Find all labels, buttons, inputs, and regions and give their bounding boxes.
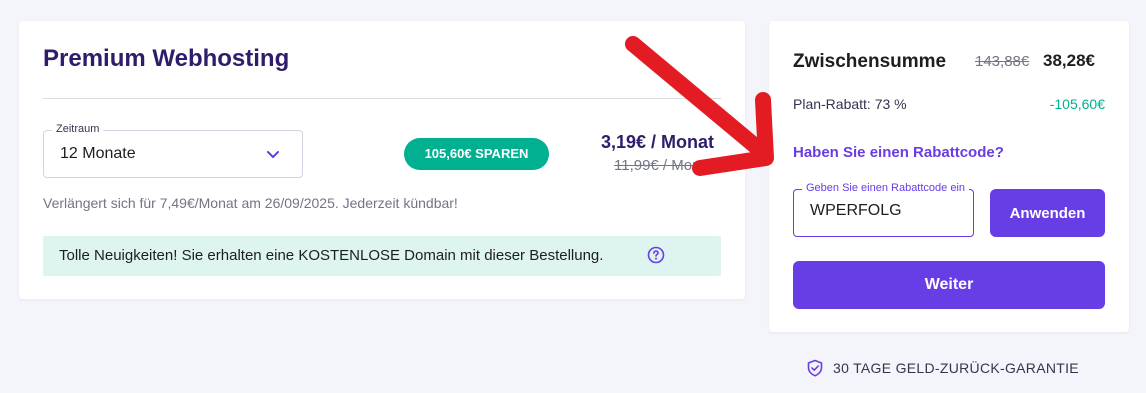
- billing-period-select[interactable]: Zeitraum 12 Monate: [43, 123, 303, 178]
- coupon-code-field[interactable]: Geben Sie einen Rabattcode ein: [793, 182, 974, 237]
- plan-discount-label: Plan-Rabatt: 73 %: [793, 96, 907, 112]
- plan-card: Premium Webhosting Zeitraum 12 Monate 10…: [19, 21, 745, 299]
- billing-period-label: Zeitraum: [52, 123, 104, 135]
- coupon-code-label: Geben Sie einen Rabattcode ein: [802, 182, 970, 194]
- price-original: 11,99€ / Monat: [614, 157, 713, 174]
- savings-badge: 105,60€ SPAREN: [404, 138, 549, 170]
- coupon-code-input[interactable]: [810, 202, 960, 220]
- apply-coupon-button[interactable]: Anwenden: [990, 189, 1105, 237]
- plan-discount-value: -105,60€: [1049, 96, 1105, 112]
- shield-check-icon: [807, 359, 823, 377]
- subtotal-total: 38,28€: [1043, 51, 1095, 70]
- billing-period-value: 12 Monate: [60, 145, 136, 162]
- subtotal-original: 143,88€: [975, 53, 1030, 70]
- price-monthly: 3,19€ / Monat: [601, 132, 715, 152]
- continue-button[interactable]: Weiter: [793, 261, 1105, 309]
- renewal-note: Verlängert sich für 7,49€/Monat am 26/09…: [43, 195, 458, 211]
- order-summary-card: Zwischensumme 143,88€ 38,28€ Plan-Rabatt…: [769, 21, 1129, 332]
- question-circle-icon[interactable]: [647, 246, 665, 264]
- free-domain-banner: Tolle Neuigkeiten! Sie erhalten eine KOS…: [43, 236, 721, 276]
- plan-title: Premium Webhosting: [43, 45, 290, 72]
- divider: [43, 98, 721, 99]
- guarantee-text: 30 TAGE GELD-ZURÜCK-GARANTIE: [833, 360, 1079, 376]
- chevron-down-icon: [267, 151, 279, 158]
- promo-text: Tolle Neuigkeiten! Sie erhalten eine KOS…: [59, 247, 604, 264]
- subtotal-label: Zwischensumme: [793, 51, 947, 72]
- coupon-code-link[interactable]: Haben Sie einen Rabattcode?: [793, 144, 1004, 161]
